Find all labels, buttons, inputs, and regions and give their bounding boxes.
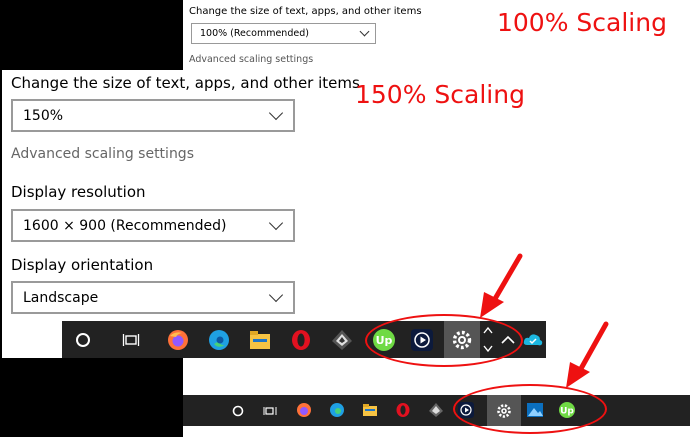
advanced-scaling-link-100[interactable]: Advanced scaling settings xyxy=(189,54,313,65)
network-game-icon[interactable] xyxy=(330,328,354,352)
arrow-150-icon xyxy=(480,253,523,318)
cortana-icon[interactable] xyxy=(229,402,247,420)
arrow-100-icon xyxy=(566,321,609,388)
cloud-app-icon[interactable] xyxy=(522,329,544,351)
size-label-100: Change the size of text, apps, and other… xyxy=(189,6,422,17)
orientation-dropdown[interactable]: Landscape xyxy=(11,281,295,314)
firefox-icon[interactable] xyxy=(295,401,313,419)
edge-icon[interactable] xyxy=(328,401,346,419)
chevron-down-icon xyxy=(268,105,284,121)
edge-icon[interactable] xyxy=(207,328,231,352)
advanced-scaling-link-150[interactable]: Advanced scaling settings xyxy=(11,146,194,162)
file-explorer-icon[interactable] xyxy=(361,401,379,419)
orientation-label: Display orientation xyxy=(11,256,154,274)
task-view-icon[interactable] xyxy=(121,330,141,350)
resolution-label: Display resolution xyxy=(11,183,146,201)
size-value-150: 150% xyxy=(23,107,64,124)
scaling-150-heading: 150% Scaling xyxy=(355,80,525,109)
resolution-dropdown[interactable]: 1600 × 900 (Recommended) xyxy=(11,209,295,242)
taskbar-150-left-gap xyxy=(2,321,62,358)
size-dropdown-100[interactable]: 100% (Recommended) xyxy=(191,23,376,44)
chevron-down-icon xyxy=(359,26,370,37)
size-value-100: 100% (Recommended) xyxy=(200,28,309,39)
chevron-down-icon xyxy=(268,287,284,303)
network-game-icon[interactable] xyxy=(427,401,445,419)
size-dropdown-150[interactable]: 150% xyxy=(11,99,295,132)
orientation-value: Landscape xyxy=(23,289,99,306)
opera-icon[interactable] xyxy=(289,328,313,352)
opera-icon[interactable] xyxy=(394,401,412,419)
resolution-value: 1600 × 900 (Recommended) xyxy=(23,217,227,234)
file-explorer-icon[interactable] xyxy=(248,328,272,352)
taskbar-100: Up xyxy=(183,395,690,426)
chevron-down-icon xyxy=(268,215,284,231)
cortana-icon[interactable] xyxy=(73,330,93,350)
firefox-icon[interactable] xyxy=(166,328,190,352)
size-label-150: Change the size of text, apps, and other… xyxy=(11,74,360,92)
task-view-icon[interactable] xyxy=(261,402,279,420)
scaling-100-heading: 100% Scaling xyxy=(497,8,667,37)
